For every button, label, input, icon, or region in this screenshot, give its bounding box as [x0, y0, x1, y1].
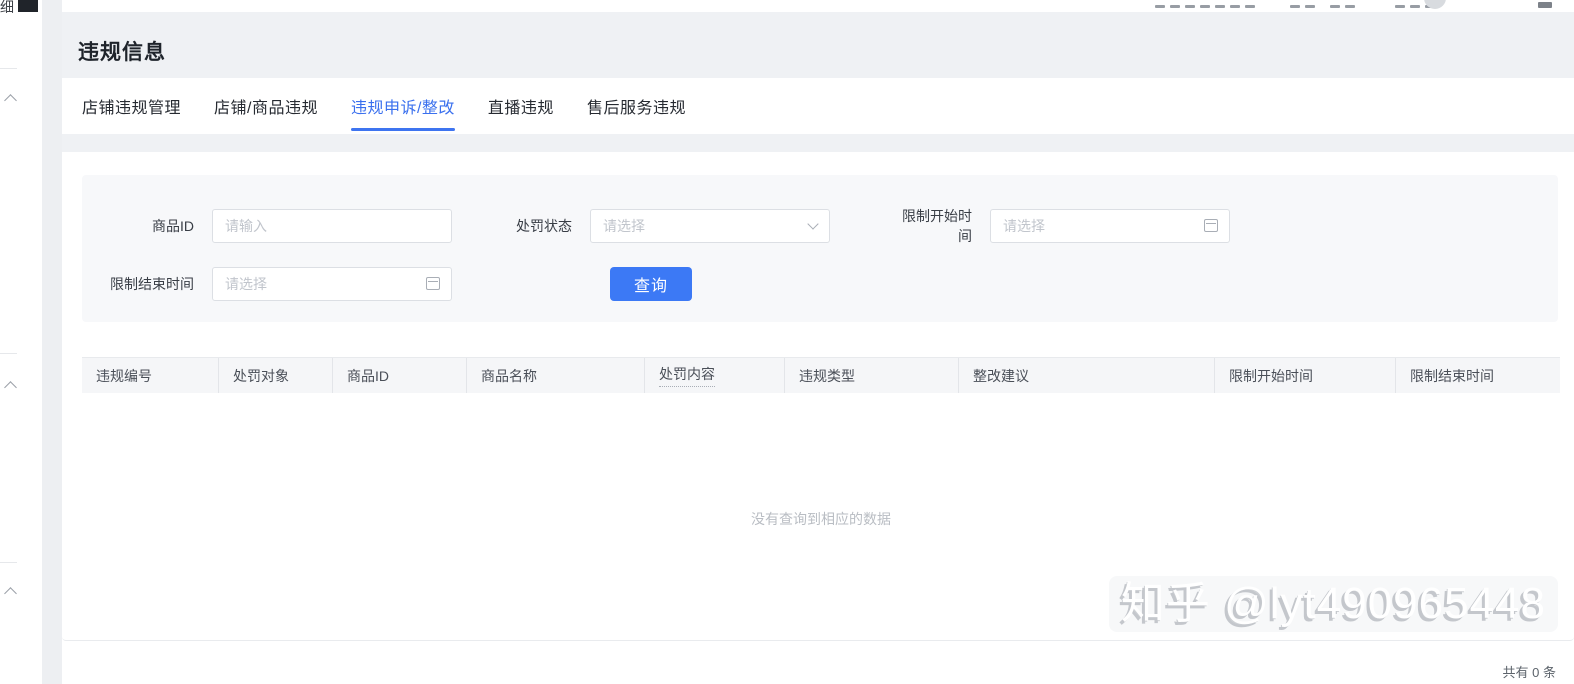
sidebar-dark-header [18, 0, 38, 12]
penalty-status-select[interactable] [590, 209, 830, 243]
limit-end-date-input[interactable] [212, 267, 452, 301]
tab-live-violation[interactable]: 直播违规 [488, 94, 554, 118]
top-nav-bar [62, 0, 1574, 12]
limit-end-label: 限制结束时间 [110, 276, 194, 292]
sidebar-divider [0, 68, 17, 69]
page-gutter [42, 0, 62, 684]
col-limit-end-time: 限制结束时间 [1395, 358, 1560, 393]
table-empty-text: 没有查询到相应的数据 [751, 511, 891, 527]
product-id-input[interactable] [212, 209, 452, 243]
col-limit-start-time: 限制开始时间 [1214, 358, 1395, 393]
page-header: 违规信息 [62, 12, 1574, 78]
sidebar-divider [0, 562, 17, 563]
col-rectify-suggestion: 整改建议 [958, 358, 1214, 393]
col-product-name: 商品名称 [466, 358, 644, 393]
limit-start-label: 限制开始时间 [902, 208, 972, 244]
filter-group-limit-start: 限制开始时间 [890, 206, 1230, 246]
limit-start-datepicker[interactable] [990, 209, 1230, 243]
filter-group-penalty-status: 处罚状态 [510, 209, 830, 243]
watermark: 知乎 @lyt490965448 [1108, 576, 1558, 632]
col-violation-type: 违规类型 [784, 358, 958, 393]
page-title: 违规信息 [78, 41, 166, 64]
filter-group-product-id: 商品ID [82, 209, 452, 243]
tab-shop-violation-management[interactable]: 店铺违规管理 [82, 94, 181, 118]
table-header: 违规编号 处罚对象 商品ID 商品名称 处罚内容 违规类型 整改建议 限制开始时… [82, 357, 1560, 393]
tab-violation-appeal-rectify[interactable]: 违规申诉/整改 [350, 94, 455, 131]
filter-panel: 商品ID 处罚状态 限制开始时间 [82, 175, 1558, 322]
total-count: 共有 0 条 [1502, 665, 1556, 680]
calendar-icon [426, 277, 440, 290]
penalty-content-tooltip-trigger[interactable]: 处罚内容 [659, 364, 715, 387]
gray-band [62, 134, 1574, 152]
sidebar-divider [0, 353, 17, 354]
left-sidebar-fragment: 细 [0, 0, 42, 684]
top-nav-clipped-text [1290, 5, 1315, 8]
top-nav-clipped-text [1330, 5, 1355, 8]
limit-start-date-input[interactable] [990, 209, 1230, 243]
sidebar-clipped-text: 细 [0, 0, 14, 15]
filter-group-limit-end: 限制结束时间 [82, 267, 452, 301]
chevron-up-icon[interactable] [4, 381, 17, 394]
tab-aftersale-violation[interactable]: 售后服务违规 [587, 94, 686, 118]
col-penalty-target: 处罚对象 [218, 358, 332, 393]
limit-end-datepicker[interactable] [212, 267, 452, 301]
top-nav-clipped-icon [1538, 2, 1552, 8]
top-nav-clipped-text [1155, 5, 1255, 8]
penalty-status-select-input[interactable] [590, 209, 830, 243]
chevron-up-icon[interactable] [4, 94, 17, 107]
col-product-id: 商品ID [332, 358, 466, 393]
search-button[interactable]: 查询 [610, 267, 692, 301]
calendar-icon [1204, 219, 1218, 232]
col-violation-id: 违规编号 [96, 367, 152, 384]
tabs-bar: 店铺违规管理 店铺/商品违规 违规申诉/整改 直播违规 售后服务违规 [62, 78, 1574, 134]
col-penalty-content: 处罚内容 [644, 358, 784, 393]
screen: 细 违规信息 店铺违规管理 店铺/商品违规 违规申诉/整改 直播违规 售后服务违… [0, 0, 1574, 684]
content-card: 商品ID 处罚状态 限制开始时间 [62, 152, 1574, 641]
product-id-label: 商品ID [152, 218, 194, 234]
tab-shop-product-violation[interactable]: 店铺/商品违规 [214, 94, 318, 118]
chevron-up-icon[interactable] [4, 587, 17, 600]
penalty-status-label: 处罚状态 [516, 218, 572, 234]
